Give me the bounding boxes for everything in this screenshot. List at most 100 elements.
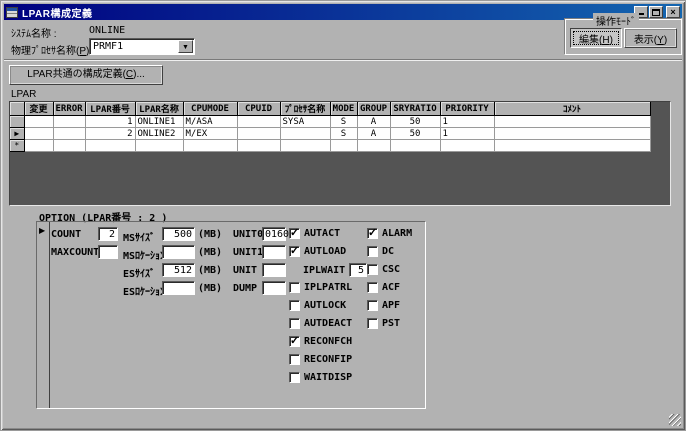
grid-cell[interactable]: M/EX (183, 127, 238, 140)
grid-cell[interactable] (357, 139, 391, 152)
option-record-selector[interactable]: ▶ (37, 222, 50, 408)
grid-cell[interactable] (135, 139, 184, 152)
checkbox-icon[interactable] (289, 244, 300, 257)
grid-cell[interactable] (390, 139, 441, 152)
unit1-field[interactable] (262, 245, 286, 259)
edit-mode-button[interactable]: 編集(H) (570, 28, 622, 48)
checkbox-icon[interactable] (367, 264, 378, 275)
grid-cell[interactable] (330, 139, 358, 152)
grid-cell[interactable]: 50 (390, 127, 441, 140)
grid-cell[interactable] (53, 115, 86, 128)
view-mode-button[interactable]: 表示(Y) (624, 28, 677, 48)
close-button[interactable]: × (666, 6, 680, 18)
grid-cell[interactable] (494, 127, 651, 140)
csc-checkbox[interactable]: CSC (367, 263, 400, 276)
es-size-field[interactable]: 512 (162, 263, 195, 277)
resize-grip[interactable] (669, 414, 681, 426)
checkbox-icon[interactable] (289, 372, 300, 383)
grid-cell[interactable]: S (330, 127, 358, 140)
waitdisp-checkbox[interactable]: WAITDISP (289, 371, 352, 384)
processor-name-combobox[interactable]: PRMF1 ▼ (89, 38, 195, 55)
grid-cell[interactable] (24, 139, 54, 152)
chevron-down-icon[interactable]: ▼ (178, 40, 193, 53)
col-header-change[interactable]: 変更 (24, 102, 54, 116)
es-location-field[interactable] (162, 281, 195, 295)
col-header-comment[interactable]: ｺﾒﾝﾄ (494, 102, 651, 116)
checkbox-icon[interactable] (289, 318, 300, 329)
grid-cell[interactable] (85, 139, 136, 152)
col-header-lpar-number[interactable]: LPAR番号 (85, 102, 136, 116)
row-selector-new[interactable]: * (10, 139, 25, 152)
grid-cell[interactable] (494, 139, 651, 152)
apf-checkbox[interactable]: APF (367, 299, 400, 312)
ms-location-field[interactable] (162, 245, 195, 259)
autload-checkbox[interactable]: AUTLOAD (289, 244, 346, 258)
grid-cell[interactable]: A (357, 115, 391, 128)
unit-field[interactable] (262, 263, 286, 277)
row-selector[interactable] (10, 115, 25, 128)
grid-cell[interactable]: ONLINE1 (135, 115, 184, 128)
grid-cell[interactable] (24, 127, 54, 140)
unit0-field[interactable]: 0160 (262, 227, 289, 241)
col-header-priority[interactable]: PRIORITY (440, 102, 495, 116)
grid-cell[interactable]: 1 (440, 115, 495, 128)
maxcount-field[interactable] (98, 245, 118, 259)
autdeact-checkbox[interactable]: AUTDEACT (289, 317, 352, 330)
grid-cell[interactable] (237, 115, 281, 128)
autlock-checkbox[interactable]: AUTLOCK (289, 299, 346, 312)
checkbox-icon[interactable] (289, 334, 300, 347)
checkbox-icon[interactable] (367, 300, 378, 311)
grid-cell[interactable] (237, 127, 281, 140)
maximize-button[interactable] (649, 6, 663, 18)
checkbox-icon[interactable] (289, 300, 300, 311)
col-header-cpumode[interactable]: CPUMODE (183, 102, 238, 116)
grid-cell[interactable]: SYSA (280, 115, 331, 128)
iplpatrl-checkbox[interactable]: IPLPATRL (289, 281, 352, 294)
grid-cell[interactable] (53, 139, 86, 152)
dc-checkbox[interactable]: DC (367, 245, 394, 258)
dump-field[interactable] (262, 281, 286, 295)
col-header-error[interactable]: ERROR (53, 102, 86, 116)
grid-cell[interactable]: 1 (440, 127, 495, 140)
grid-cell[interactable] (53, 127, 86, 140)
grid-cell[interactable] (280, 127, 331, 140)
grid-cell[interactable]: ONLINE2 (135, 127, 184, 140)
col-header-group[interactable]: GROUP (357, 102, 391, 116)
col-header-mode[interactable]: MODE (330, 102, 358, 116)
acf-checkbox[interactable]: ACF (367, 281, 400, 294)
checkbox-icon[interactable] (289, 282, 300, 293)
grid-cell[interactable]: 50 (390, 115, 441, 128)
checkbox-icon[interactable] (367, 246, 378, 257)
grid-cell[interactable] (183, 139, 238, 152)
row-selector-header[interactable] (10, 102, 25, 116)
col-header-cpuid[interactable]: CPUID (237, 102, 281, 116)
grid-cell[interactable]: 1 (85, 115, 136, 128)
iplwait-field[interactable]: 5 (349, 263, 367, 277)
reconfip-checkbox[interactable]: RECONFIP (289, 353, 352, 366)
grid-cell[interactable] (494, 115, 651, 128)
checkbox-icon[interactable] (367, 318, 378, 329)
col-header-processor-name[interactable]: ﾌﾟﾛｾｻ名称 (280, 102, 331, 116)
col-header-lpar-name[interactable]: LPAR名称 (135, 102, 184, 116)
checkbox-icon[interactable] (367, 282, 378, 293)
grid-cell[interactable] (24, 115, 54, 128)
row-selector-current[interactable]: ▶ (10, 127, 25, 140)
grid-cell[interactable]: S (330, 115, 358, 128)
autact-checkbox[interactable]: AUTACT (289, 226, 340, 240)
pst-checkbox[interactable]: PST (367, 317, 400, 330)
lpar-common-config-button[interactable]: LPAR共通の構成定義(C)... (9, 65, 163, 85)
grid-cell[interactable] (280, 139, 331, 152)
grid-cell[interactable]: M/ASA (183, 115, 238, 128)
checkbox-icon[interactable] (289, 354, 300, 365)
checkbox-icon[interactable] (289, 226, 300, 239)
grid-cell[interactable]: A (357, 127, 391, 140)
grid-cell[interactable] (440, 139, 495, 152)
checkbox-icon[interactable] (367, 226, 378, 239)
ms-size-field[interactable]: 500 (162, 227, 195, 241)
count-field[interactable]: 2 (98, 227, 118, 241)
grid-cell[interactable] (237, 139, 281, 152)
grid-cell[interactable]: 2 (85, 127, 136, 140)
alarm-checkbox[interactable]: ALARM (367, 226, 412, 240)
reconfch-checkbox[interactable]: RECONFCH (289, 334, 352, 348)
col-header-sryratio[interactable]: SRYRATIO (390, 102, 441, 116)
